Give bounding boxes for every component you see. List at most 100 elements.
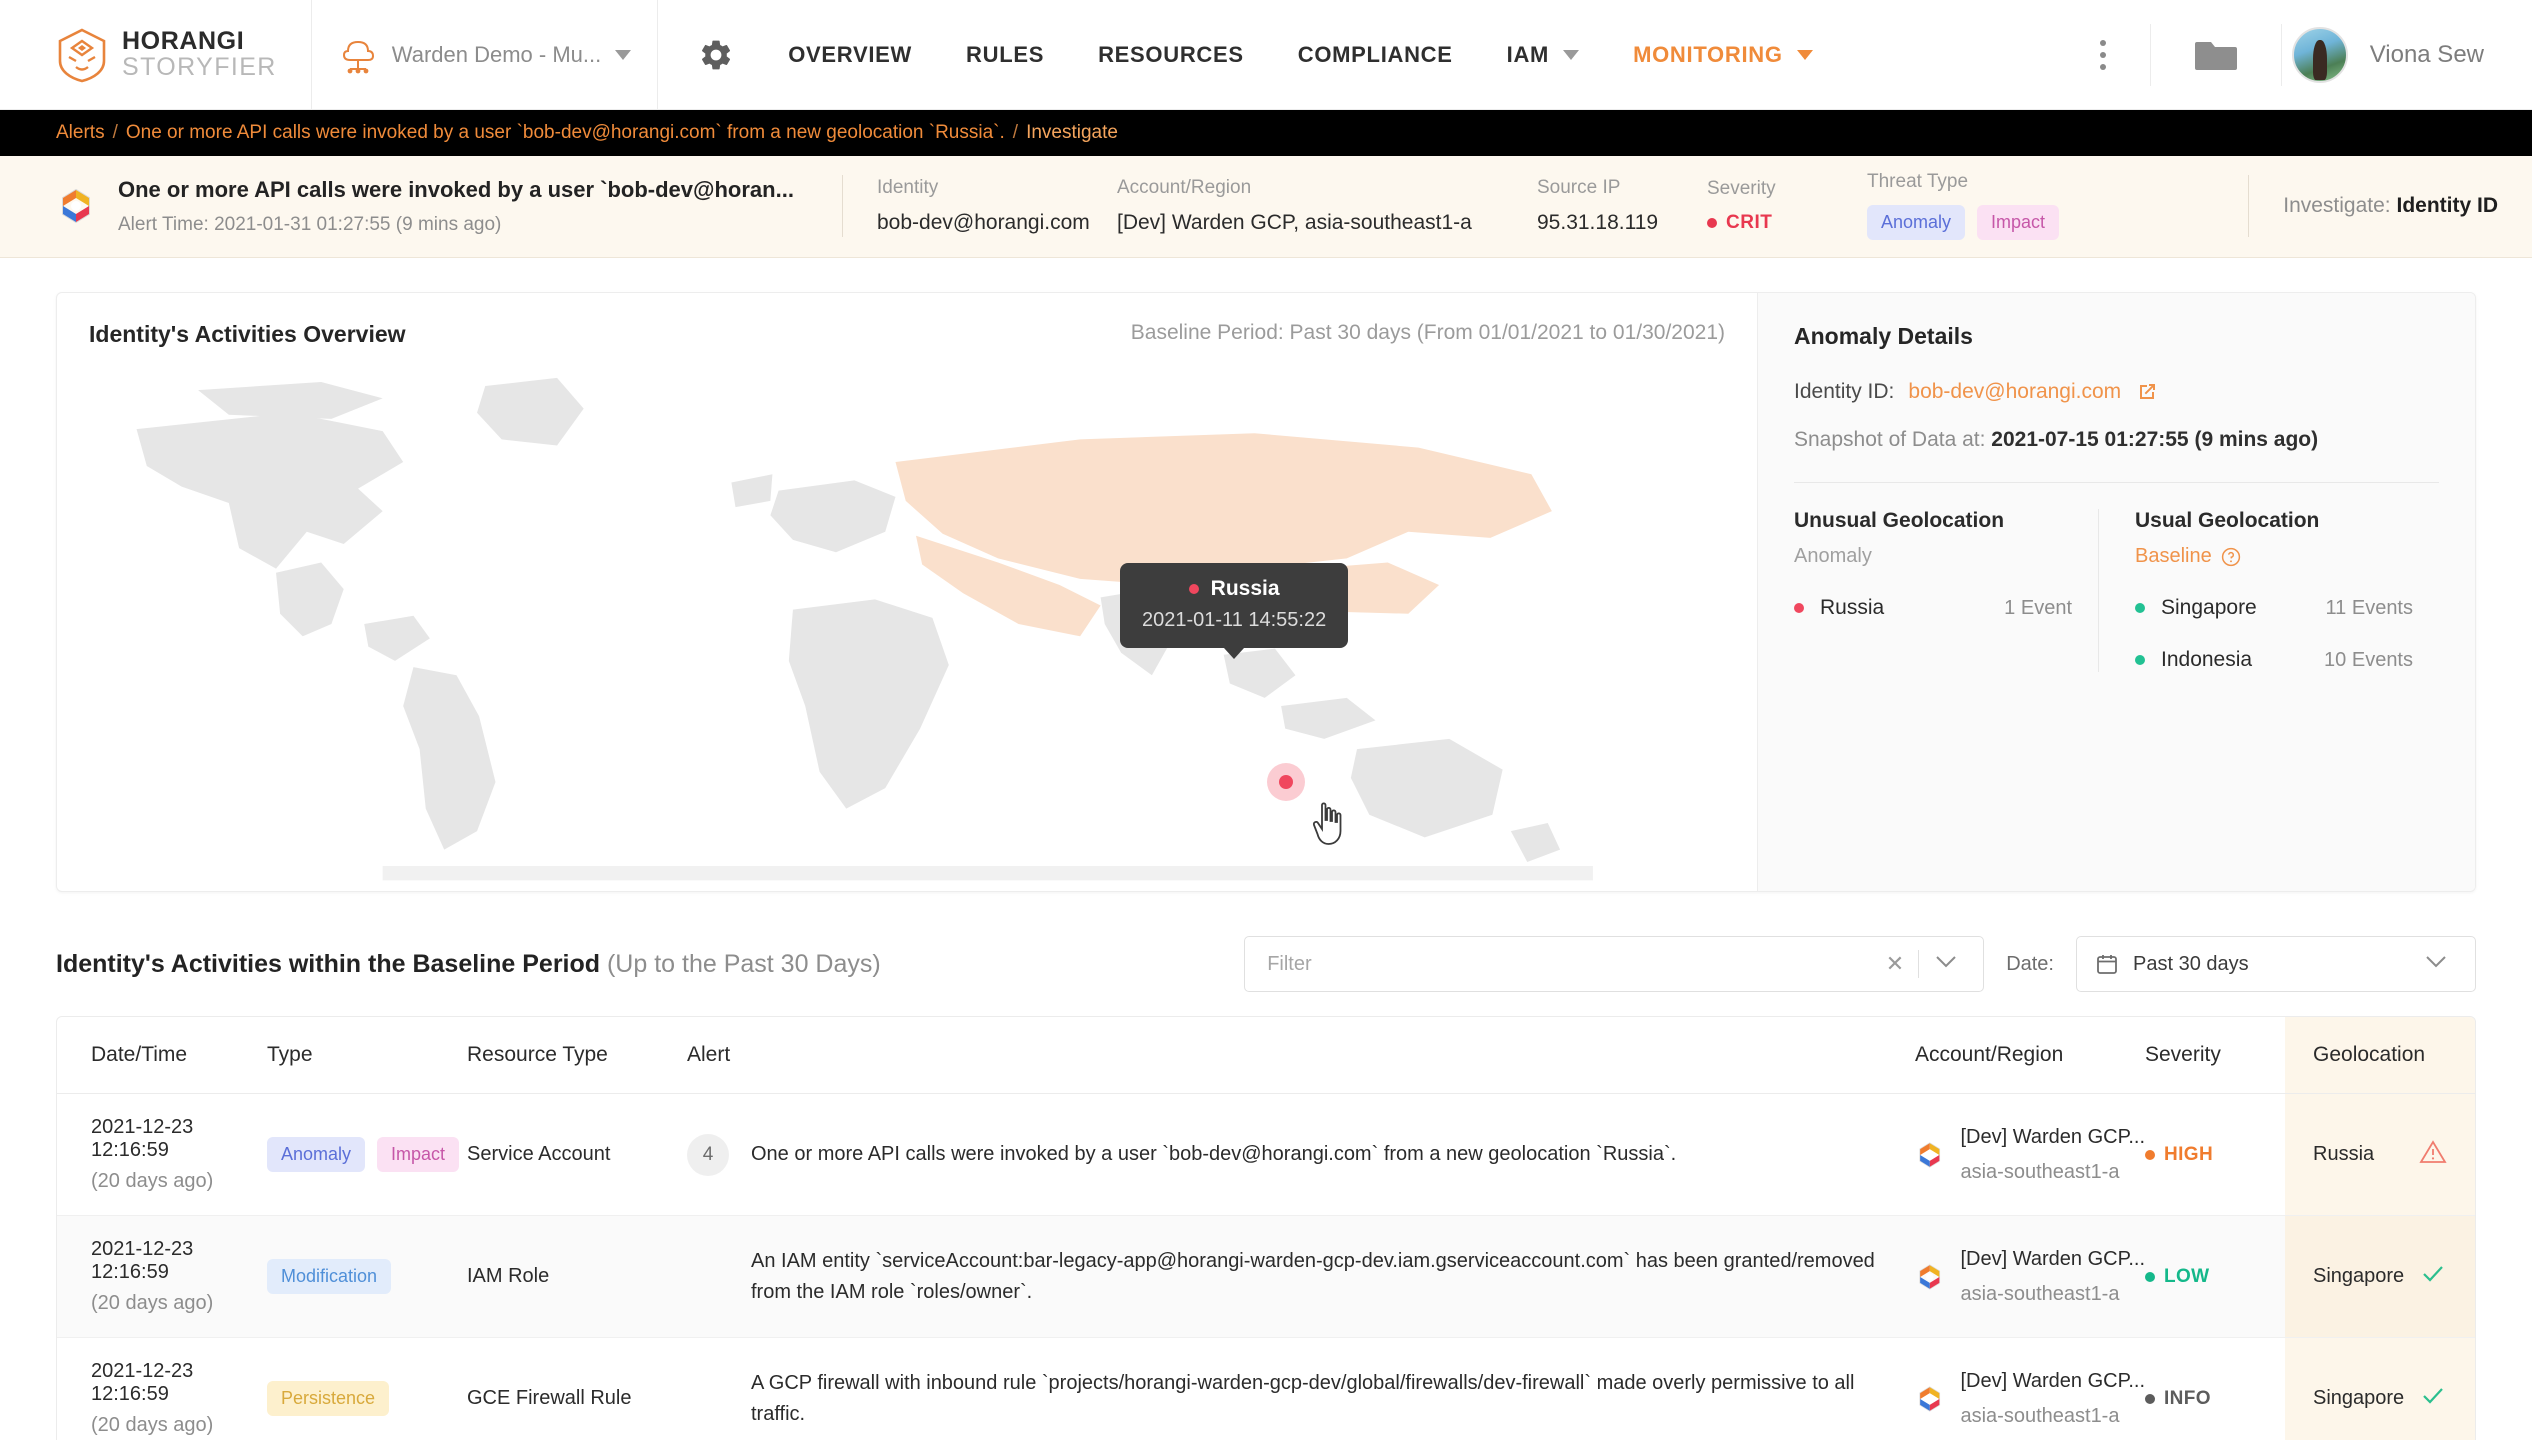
breadcrumb-root[interactable]: Alerts [56, 122, 105, 144]
close-icon[interactable]: ✕ [1872, 951, 1918, 977]
horangi-alert-icon [1919, 1385, 1941, 1412]
column-header-severity[interactable]: Severity [2145, 1017, 2285, 1094]
brand-name: HORANGI [122, 27, 245, 55]
account-text: [Dev] Warden GCP... asia-southeast1-a [1960, 1367, 2145, 1431]
calendar-icon [2097, 955, 2117, 974]
table-row[interactable]: 2021-12-23 12:16:59 (20 days ago) Persis… [57, 1337, 2475, 1440]
baseline-period-label: Baseline Period: Past 30 days (From 01/0… [1130, 321, 1725, 344]
search-input[interactable] [1267, 952, 1872, 976]
page-title: Identity's Activities Overview [89, 321, 406, 347]
cloud-account-icon [342, 40, 374, 73]
user-name: Viona Sew [2369, 40, 2484, 68]
tooltip-country: Russia [1210, 577, 1280, 600]
nav-item-compliance[interactable]: COMPLIANCE [1298, 42, 1453, 68]
alert-time: Alert Time: 2021-01-31 01:27:55 (9 mins … [118, 213, 502, 235]
list-item: Singapore 11 Events [2135, 596, 2439, 620]
chevron-down-icon[interactable] [2409, 955, 2459, 974]
world-map-svg [136, 377, 1593, 881]
breadcrumb-separator: / [1012, 122, 1019, 143]
anomaly-details-title: Anomaly Details [1794, 323, 1973, 349]
nav-item-iam[interactable]: IAM [1507, 42, 1580, 68]
table-row[interactable]: 2021-12-23 12:16:59 (20 days ago) Modifi… [57, 1215, 2475, 1338]
identity-id-label: Identity ID: [1794, 380, 1895, 403]
column-header-geolocation[interactable]: Geolocation [2285, 1017, 2475, 1094]
type-chips: Anomaly Impact [267, 1137, 467, 1172]
filter-field[interactable]: ✕ [1244, 936, 1985, 992]
row-date: 2021-12-23 12:16:59 [91, 1360, 194, 1405]
event-count: 1 Event [2004, 596, 2072, 619]
alert-text: A GCP firewall with inbound rule `projec… [751, 1371, 1855, 1425]
nav-item-resources[interactable]: RESOURCES [1098, 42, 1244, 68]
column-header-type[interactable]: Type [267, 1017, 467, 1094]
investigate-value: Identity ID [2396, 193, 2498, 217]
nav-item-overview[interactable]: OVERVIEW [788, 42, 912, 68]
alert-title: One or more API calls were invoked by a … [118, 177, 794, 203]
geolocation-value: Singapore [2313, 1265, 2405, 1287]
activities-title: Identity's Activities within the Baselin… [56, 950, 881, 979]
account-selector[interactable]: Warden Demo - Mu... [312, 0, 657, 110]
account-text: [Dev] Warden GCP... asia-southeast1-a [1960, 1123, 2145, 1187]
column-header-account-region[interactable]: Account/Region [1915, 1017, 2145, 1094]
snapshot-time: Snapshot of Data at: 2021-07-15 01:27:55… [1794, 428, 2439, 452]
map-pin-russia[interactable] [1267, 763, 1305, 801]
external-link-icon[interactable] [2135, 380, 2159, 404]
field-label: Source IP [1537, 176, 1621, 198]
list-item: Russia 1 Event [1794, 596, 2098, 620]
user-menu[interactable]: Viona Sew [2282, 26, 2532, 83]
alert-text: An IAM entity `serviceAccount:bar-legacy… [751, 1249, 1875, 1303]
row-date: 2021-12-23 12:16:59 [91, 1116, 194, 1161]
identity-id-value[interactable]: bob-dev@horangi.com [1908, 380, 2121, 404]
unusual-geo-title: Unusual Geolocation [1794, 509, 2005, 532]
cell-geolocation: Singapore [2285, 1337, 2475, 1440]
severity-dot-icon [1707, 217, 1717, 228]
alert-cell: A GCP firewall with inbound rule `projec… [687, 1368, 1915, 1430]
horangi-alert-icon [62, 188, 90, 223]
column-header-resource-type[interactable]: Resource Type [467, 1017, 687, 1094]
geolocation-cell: Singapore [2313, 1261, 2475, 1293]
help-circle-icon[interactable] [2221, 547, 2241, 567]
tooltip-country-row: Russia [1142, 577, 1326, 601]
more-vertical-icon[interactable] [2080, 39, 2126, 70]
geolocation-cell: Singapore [2313, 1383, 2475, 1415]
cell-datetime: 2021-12-23 12:16:59 (20 days ago) [57, 1337, 267, 1440]
folder-icon [2194, 41, 2237, 70]
field-value: [Dev] Warden GCP, asia-southeast1-a [1117, 210, 1472, 234]
chevron-down-icon[interactable] [1919, 955, 1969, 974]
chip-persistence: Persistence [267, 1381, 390, 1416]
cell-severity: LOW [2145, 1215, 2285, 1338]
folder-button[interactable] [2151, 38, 2281, 72]
settings-button[interactable] [658, 0, 774, 110]
column-header-alert[interactable]: Alert [687, 1017, 1915, 1094]
status-badge: INFO [2145, 1388, 2285, 1410]
field-source-ip: Source IP 95.31.18.119 [1537, 177, 1707, 235]
cell-account-region: [Dev] Warden GCP... asia-southeast1-a [1915, 1337, 2145, 1440]
column-header-datetime[interactable]: Date/Time [57, 1017, 267, 1094]
brand-logo[interactable]: HORANGI STORYFIER [0, 27, 311, 83]
type-chips: Persistence [267, 1381, 467, 1416]
tooltip-timestamp: 2021-01-11 14:55:22 [1142, 609, 1327, 631]
brand-subname: STORYFIER [122, 52, 277, 81]
account-region: asia-southeast1-a [1960, 1160, 2120, 1183]
account-name: [Dev] Warden GCP... [1960, 1369, 2145, 1392]
activities-header: Identity's Activities within the Baselin… [56, 936, 2476, 992]
world-map[interactable] [75, 367, 1757, 881]
breadcrumb-separator: / [112, 122, 118, 143]
warning-triangle-icon [2419, 1139, 2475, 1171]
cell-datetime: 2021-12-23 12:16:59 (20 days ago) [57, 1215, 267, 1338]
chevron-down-icon [1796, 49, 1813, 60]
nav-item-monitoring[interactable]: MONITORING [1633, 42, 1813, 68]
field-label: Identity [877, 176, 939, 198]
cell-account-region: [Dev] Warden GCP... asia-southeast1-a [1915, 1215, 2145, 1338]
account-name: [Dev] Warden GCP... [1960, 1125, 2145, 1148]
country-dot-icon [2135, 603, 2145, 613]
breadcrumb-middle[interactable]: One or more API calls were invoked by a … [126, 122, 1005, 144]
date-range-select[interactable]: Past 30 days [2076, 936, 2476, 992]
chip-impact: Impact [377, 1137, 460, 1172]
table-row[interactable]: 2021-12-23 12:16:59 (20 days ago) Anomal… [57, 1093, 2475, 1216]
country-dot-icon [1794, 603, 1804, 613]
alert-count-badge: 4 [687, 1133, 729, 1176]
nav-item-rules[interactable]: RULES [966, 42, 1044, 68]
chevron-down-icon [1563, 49, 1580, 60]
type-chips: Modification [267, 1259, 467, 1294]
tiger-logo-icon [58, 28, 106, 82]
